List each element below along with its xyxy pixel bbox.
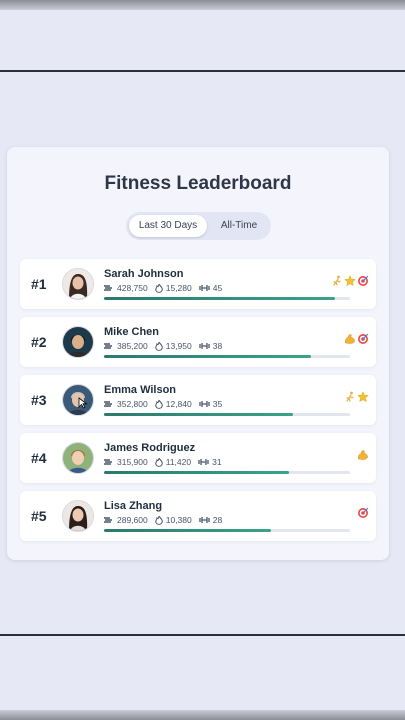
athlete-name: Emma Wilson bbox=[104, 384, 177, 396]
athlete-name: Mike Chen bbox=[104, 326, 160, 338]
calories-value: 11,420 bbox=[165, 457, 192, 467]
rank-label: #5 bbox=[31, 508, 47, 524]
top-divider bbox=[0, 70, 405, 72]
leaderboard-row[interactable]: #4 James Rodriguez 315,900 11,420 31 bbox=[20, 433, 376, 483]
progress-fill bbox=[104, 413, 294, 416]
progress-fill bbox=[104, 355, 311, 358]
calories-value: 10,380 bbox=[165, 515, 192, 525]
workouts-value: 38 bbox=[212, 341, 223, 351]
leaderboard-row[interactable]: #5 Lisa Zhang 289,600 10,380 28 bbox=[20, 491, 376, 541]
leaderboard-row[interactable]: #2 Mike Chen 385,200 13,950 38 bbox=[20, 317, 376, 367]
dumbbell-icon bbox=[199, 401, 210, 407]
target-badge-icon bbox=[357, 332, 369, 344]
star-badge-icon bbox=[357, 390, 369, 403]
flame-icon bbox=[154, 515, 163, 525]
flame-icon bbox=[154, 341, 163, 351]
badges bbox=[356, 448, 369, 460]
badges bbox=[330, 274, 369, 287]
flame-icon bbox=[154, 457, 163, 467]
steps-value: 289,600 bbox=[117, 515, 148, 525]
athlete-name: Sarah Johnson bbox=[104, 268, 184, 280]
avatar bbox=[62, 326, 94, 358]
workouts-value: 35 bbox=[212, 399, 223, 409]
star-badge-icon bbox=[344, 274, 356, 287]
flame-icon bbox=[154, 399, 163, 409]
period-toggle: Last 30 Days All-Time bbox=[126, 212, 271, 240]
runner-badge-icon bbox=[344, 390, 356, 402]
athlete-name: Lisa Zhang bbox=[104, 500, 163, 512]
steps-value: 428,750 bbox=[117, 283, 148, 293]
target-badge-icon bbox=[357, 274, 369, 286]
progress-fill bbox=[104, 297, 336, 300]
leaderboard-row[interactable]: #3 Emma Wilson 352,800 12,840 35 bbox=[20, 375, 376, 425]
rank-label: #2 bbox=[31, 334, 47, 350]
progress-track bbox=[104, 413, 350, 416]
flame-icon bbox=[154, 283, 163, 293]
rank-label: #1 bbox=[31, 276, 47, 292]
dumbbell-icon bbox=[199, 343, 210, 349]
steps-icon bbox=[104, 459, 112, 465]
progress-track bbox=[104, 529, 350, 532]
dumbbell-icon bbox=[199, 285, 210, 291]
badges bbox=[343, 390, 369, 403]
rank-label: #4 bbox=[31, 450, 47, 466]
avatar bbox=[62, 268, 94, 300]
mouse-cursor-icon bbox=[78, 397, 88, 409]
badges bbox=[343, 332, 369, 344]
steps-value: 385,200 bbox=[117, 341, 148, 351]
avatar bbox=[62, 500, 94, 532]
workouts-value: 31 bbox=[212, 457, 222, 467]
calories-value: 15,280 bbox=[165, 283, 192, 293]
athlete-name: James Rodriguez bbox=[104, 442, 196, 454]
page-title: Fitness Leaderboard bbox=[104, 173, 292, 194]
tab-all-time[interactable]: All-Time bbox=[210, 215, 268, 237]
bottom-divider bbox=[0, 634, 405, 636]
progress-track bbox=[104, 471, 350, 474]
calories-value: 12,840 bbox=[165, 399, 192, 409]
muscle-badge-icon bbox=[344, 332, 356, 344]
progress-fill bbox=[104, 529, 272, 532]
progress-fill bbox=[104, 471, 289, 474]
dumbbell-icon bbox=[198, 459, 209, 465]
runner-badge-icon bbox=[331, 274, 343, 286]
leaderboard-row[interactable]: #1 Sarah Johnson 428,750 15,280 45 bbox=[20, 259, 376, 309]
progress-track bbox=[104, 355, 350, 358]
workouts-value: 28 bbox=[212, 515, 223, 525]
steps-icon bbox=[104, 343, 112, 349]
muscle-badge-icon bbox=[357, 448, 369, 460]
badges bbox=[356, 506, 369, 518]
steps-value: 315,900 bbox=[117, 457, 148, 467]
steps-value: 352,800 bbox=[117, 399, 148, 409]
top-frame-bar bbox=[0, 0, 405, 10]
target-badge-icon bbox=[357, 506, 369, 518]
steps-icon bbox=[104, 401, 112, 407]
leaderboard-card: Fitness Leaderboard Last 30 Days All-Tim… bbox=[7, 147, 389, 560]
tab-last-30-days[interactable]: Last 30 Days bbox=[129, 215, 207, 237]
avatar bbox=[62, 442, 94, 474]
progress-track bbox=[104, 297, 350, 300]
workouts-value: 45 bbox=[212, 283, 223, 293]
steps-icon bbox=[104, 517, 112, 523]
dumbbell-icon bbox=[199, 517, 210, 523]
rank-label: #3 bbox=[31, 392, 47, 408]
steps-icon bbox=[104, 285, 112, 291]
bottom-frame-bar bbox=[0, 710, 405, 720]
calories-value: 13,950 bbox=[165, 341, 192, 351]
